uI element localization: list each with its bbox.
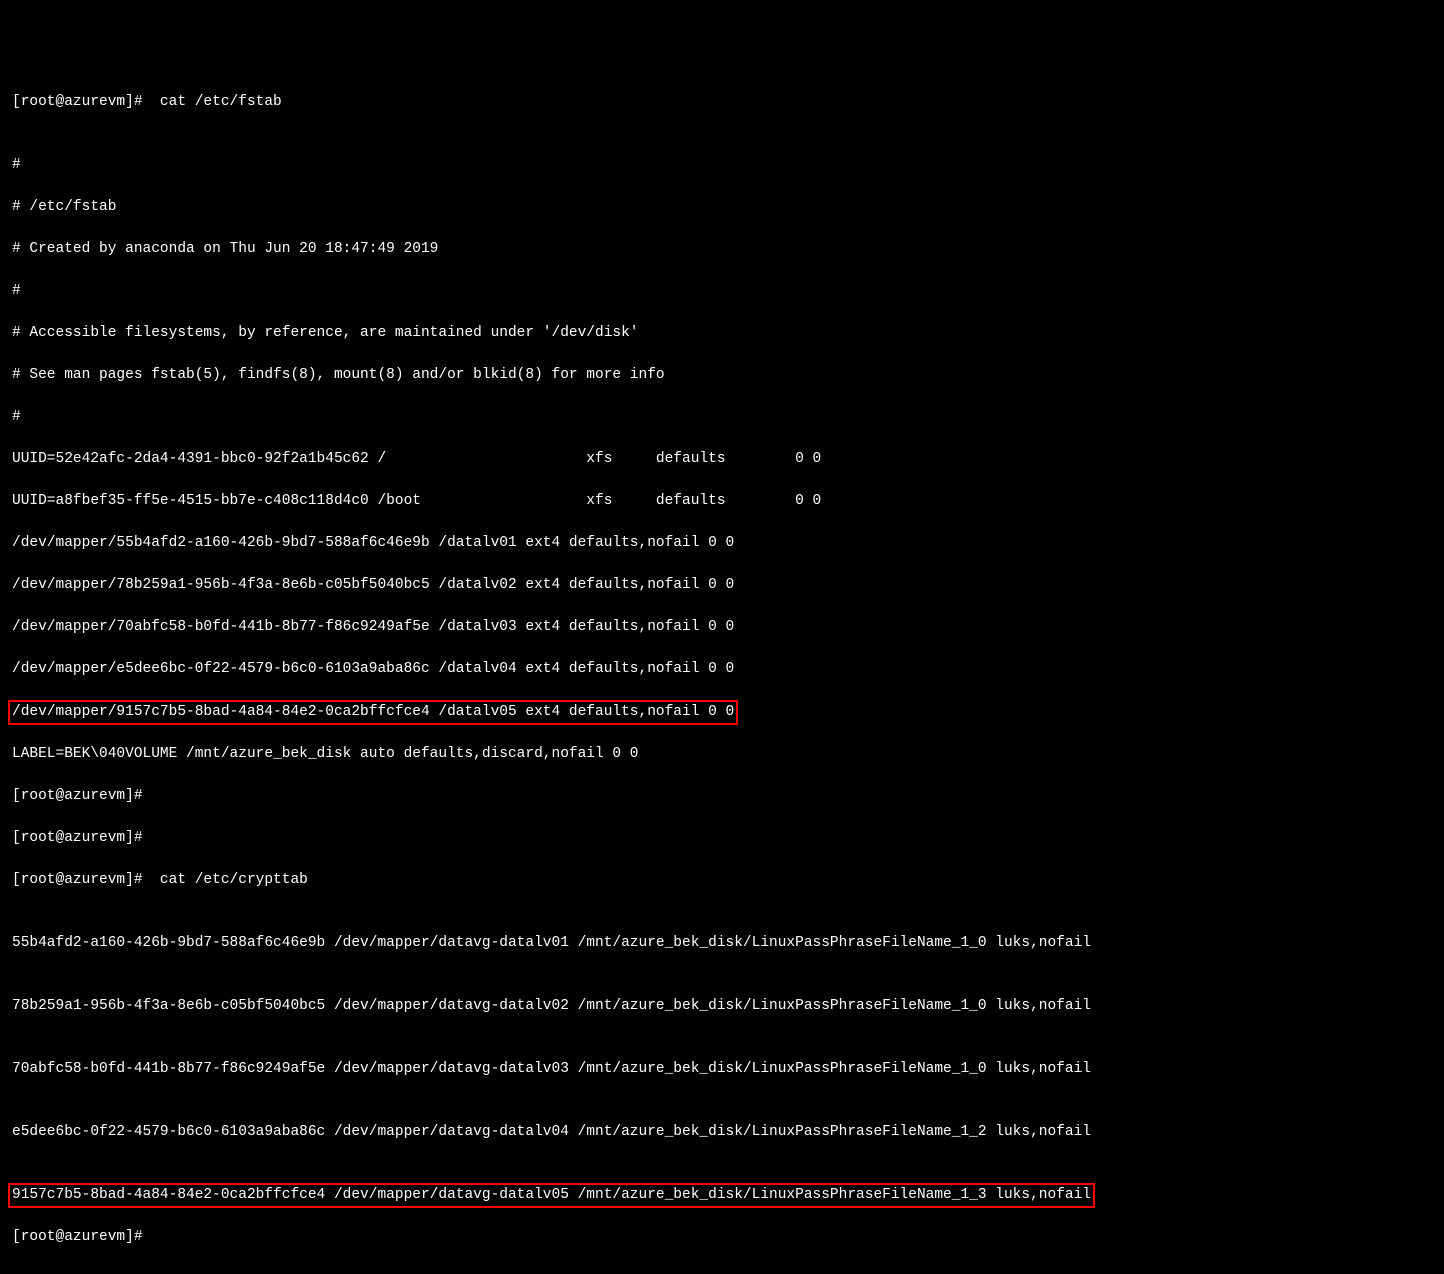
terminal-line: /dev/mapper/70abfc58-b0fd-441b-8b77-f86c… (12, 617, 1432, 638)
terminal-line: [root@azurevm]# cat /etc/crypttab (12, 870, 1432, 891)
terminal-line: /dev/mapper/e5dee6bc-0f22-4579-b6c0-6103… (12, 659, 1432, 680)
terminal-line: # See man pages fstab(5), findfs(8), mou… (12, 365, 1432, 386)
terminal-line: [root@azurevm]# cat /etc/fstab (12, 92, 1432, 113)
terminal-line: [root@azurevm]# (12, 786, 1432, 807)
terminal-line: [root@azurevm]# (12, 1227, 1432, 1248)
terminal-line: LABEL=BEK\040VOLUME /mnt/azure_bek_disk … (12, 744, 1432, 765)
terminal-line: /dev/mapper/78b259a1-956b-4f3a-8e6b-c05b… (12, 575, 1432, 596)
terminal-line: # (12, 281, 1432, 302)
terminal-line: # /etc/fstab (12, 197, 1432, 218)
fstab-datalv05-entry: /dev/mapper/9157c7b5-8bad-4a84-84e2-0ca2… (8, 700, 738, 725)
terminal-line: e5dee6bc-0f22-4579-b6c0-6103a9aba86c /de… (12, 1122, 1432, 1143)
terminal-line: 70abfc58-b0fd-441b-8b77-f86c9249af5e /de… (12, 1059, 1432, 1080)
terminal-line: /dev/mapper/55b4afd2-a160-426b-9bd7-588a… (12, 533, 1432, 554)
terminal-line: UUID=52e42afc-2da4-4391-bbc0-92f2a1b45c6… (12, 449, 1432, 470)
terminal-line: # Accessible filesystems, by reference, … (12, 323, 1432, 344)
terminal-line: # (12, 155, 1432, 176)
highlighted-row: /dev/mapper/9157c7b5-8bad-4a84-84e2-0ca2… (12, 702, 1432, 723)
terminal-line: # (12, 407, 1432, 428)
terminal-line: # Created by anaconda on Thu Jun 20 18:4… (12, 239, 1432, 260)
crypttab-datalv05-entry: 9157c7b5-8bad-4a84-84e2-0ca2bffcfce4 /de… (8, 1183, 1095, 1208)
highlighted-row: 9157c7b5-8bad-4a84-84e2-0ca2bffcfce4 /de… (12, 1185, 1432, 1206)
terminal-line: [root@azurevm]# (12, 828, 1432, 849)
terminal-line: UUID=a8fbef35-ff5e-4515-bb7e-c408c118d4c… (12, 491, 1432, 512)
terminal-line: 55b4afd2-a160-426b-9bd7-588af6c46e9b /de… (12, 933, 1432, 954)
terminal-line: 78b259a1-956b-4f3a-8e6b-c05bf5040bc5 /de… (12, 996, 1432, 1017)
